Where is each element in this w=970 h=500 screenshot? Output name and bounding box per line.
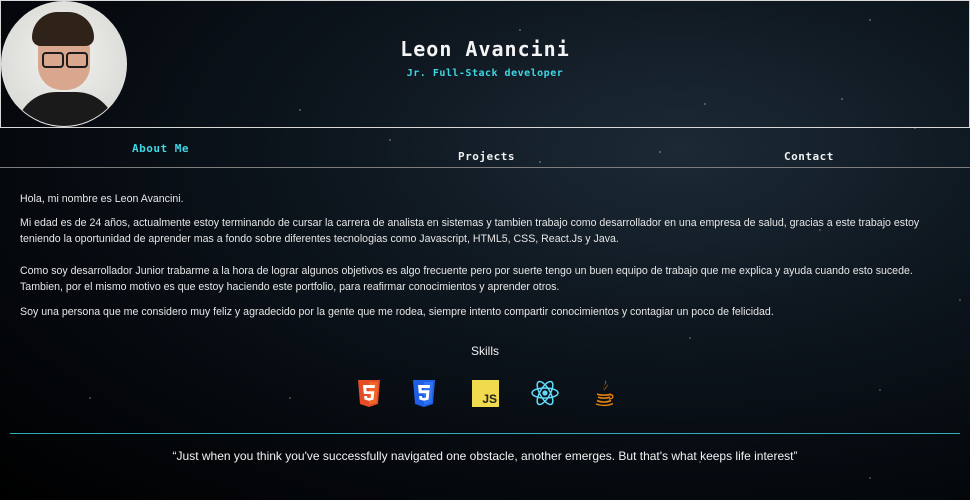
page-subtitle: Jr. Full-Stack developer bbox=[406, 68, 564, 79]
nav-item-about-me[interactable]: About Me bbox=[132, 142, 189, 155]
css3-icon bbox=[413, 380, 435, 407]
quote-divider bbox=[10, 433, 960, 434]
quote-text: “Just when you think you've successfully… bbox=[172, 449, 798, 463]
react-icon bbox=[531, 380, 559, 406]
skills-title: Skills bbox=[470, 344, 499, 358]
main-nav: About Me Projects Contact bbox=[0, 127, 970, 167]
avatar bbox=[1, 1, 127, 127]
javascript-icon: JS bbox=[472, 380, 499, 407]
about-paragraph: Mi edad es de 24 años, actualmente estoy… bbox=[20, 217, 920, 245]
about-paragraph: Soy una persona que me considero muy fel… bbox=[20, 306, 774, 318]
nav-item-contact[interactable]: Contact bbox=[784, 150, 834, 163]
about-paragraph: Hola, mi nombre es Leon Avancini. bbox=[20, 193, 184, 205]
nav-item-projects[interactable]: Projects bbox=[458, 150, 515, 163]
about-paragraph: Como soy desarrollador Junior trabarme a… bbox=[20, 265, 913, 293]
nav-divider bbox=[0, 167, 970, 168]
java-icon bbox=[595, 380, 614, 407]
html5-icon bbox=[358, 380, 380, 407]
skills-icons: JS bbox=[352, 378, 622, 412]
header: Leon Avancini Jr. Full-Stack developer bbox=[0, 0, 970, 128]
page-title: Leon Avancini bbox=[400, 37, 570, 61]
